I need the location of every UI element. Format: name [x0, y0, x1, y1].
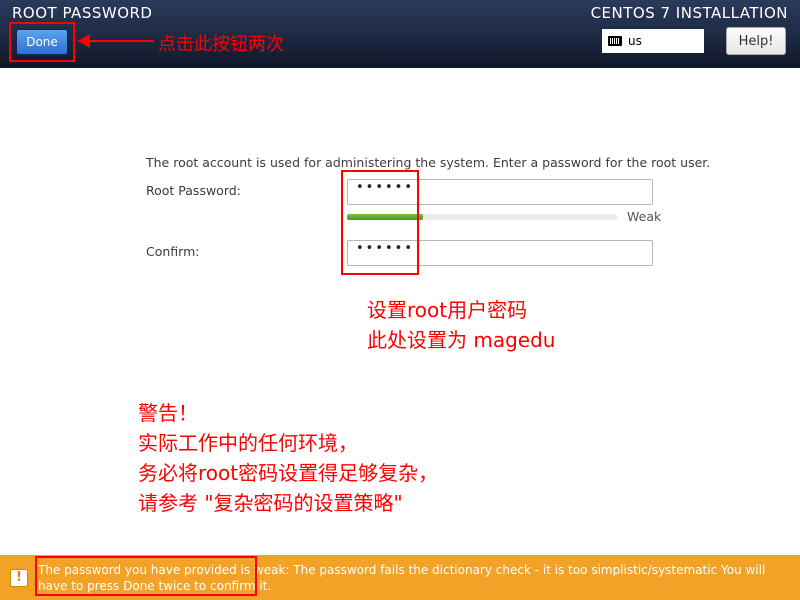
keyboard-layout-text: us	[628, 34, 642, 48]
keyboard-icon	[608, 36, 622, 46]
keyboard-layout-selector[interactable]: us	[602, 29, 704, 53]
annotation-warning-highlight	[35, 556, 257, 596]
annotation-done-text: 点击此按钮两次	[158, 30, 284, 56]
annotation-password-highlight	[341, 170, 419, 275]
page-title: ROOT PASSWORD	[12, 4, 152, 22]
annotation-done-highlight	[9, 22, 75, 62]
annotation-password-text: 设置root用户密码 此处设置为 magedu	[367, 295, 555, 355]
header-bar: ROOT PASSWORD CENTOS 7 INSTALLATION Done…	[0, 0, 800, 68]
password-strength-label: Weak	[627, 209, 661, 224]
confirm-password-label: Confirm:	[146, 244, 199, 259]
root-password-label: Root Password:	[146, 183, 241, 198]
annotation-warning-block: 警告！ 实际工作中的任何环境， 务必将root密码设置得足够复杂， 请参考 "复…	[138, 398, 438, 518]
product-title: CENTOS 7 INSTALLATION	[591, 4, 788, 22]
warning-icon: !	[10, 569, 28, 587]
annotation-arrow-head	[78, 34, 90, 48]
help-button[interactable]: Help!	[726, 27, 786, 55]
instruction-text: The root account is used for administeri…	[146, 155, 710, 170]
